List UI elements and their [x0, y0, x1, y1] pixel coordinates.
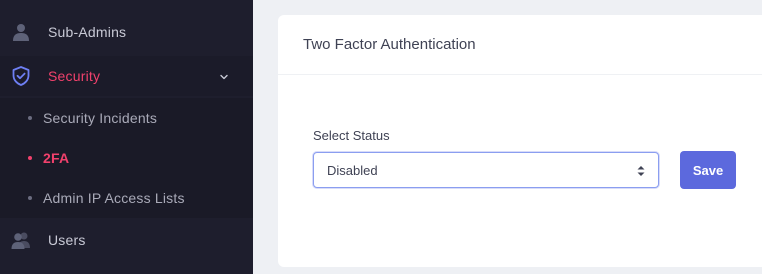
sidebar-item-sub-admins[interactable]: Sub-Admins [0, 12, 253, 52]
sidebar-item-label: Security [48, 68, 101, 84]
sidebar-subitem-admin-ip-access-lists[interactable]: Admin IP Access Lists [0, 178, 253, 218]
bullet-icon [28, 156, 32, 160]
users-icon [11, 230, 31, 250]
status-select-value: Disabled [327, 162, 378, 178]
status-select[interactable]: Disabled [313, 152, 659, 188]
chevron-down-icon [219, 69, 229, 87]
card-header: Two Factor Authentication [278, 15, 762, 75]
two-factor-card: Two Factor Authentication Select Status … [278, 15, 762, 267]
sidebar-item-label: Sub-Admins [48, 24, 127, 40]
save-button[interactable]: Save [680, 151, 736, 189]
sidebar-item-label: Users [48, 232, 86, 248]
sidebar: Sub-Admins Security Security Incidents 2… [0, 0, 253, 274]
sidebar-item-security[interactable]: Security [0, 56, 253, 96]
sidebar-subitem-label: Admin IP Access Lists [43, 190, 185, 206]
bullet-icon [28, 196, 32, 200]
sidebar-subitem-security-incidents[interactable]: Security Incidents [0, 98, 253, 138]
bullet-icon [28, 116, 32, 120]
sidebar-subitem-2fa[interactable]: 2FA [0, 138, 253, 178]
shield-icon [11, 66, 31, 86]
card-title: Two Factor Authentication [303, 36, 476, 53]
sidebar-subitem-label: 2FA [43, 150, 70, 166]
sidebar-item-users[interactable]: Users [0, 220, 253, 260]
user-icon [11, 22, 31, 42]
select-arrows-icon [636, 164, 646, 181]
sidebar-subitem-label: Security Incidents [43, 110, 158, 126]
select-status-label: Select Status [313, 128, 390, 143]
